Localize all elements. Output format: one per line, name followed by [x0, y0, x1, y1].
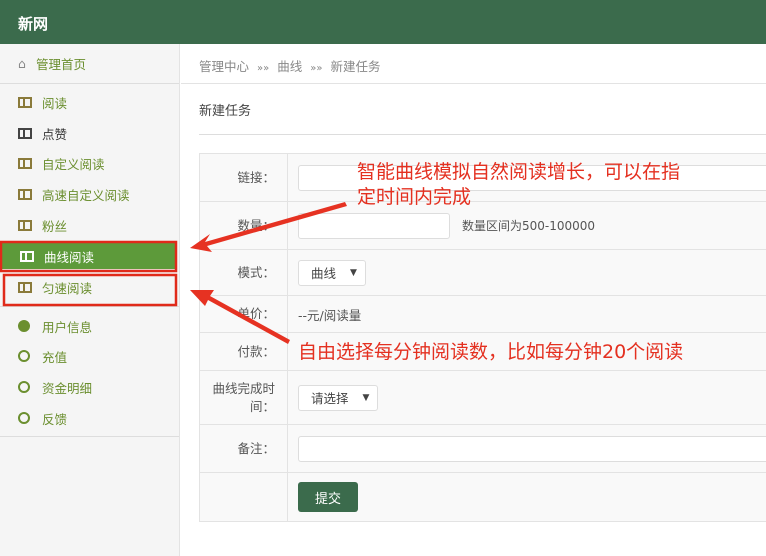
sidebar-item-label: 匀速阅读: [42, 280, 93, 296]
grid-icon: [20, 250, 34, 262]
sidebar-item-label: 点赞: [42, 126, 68, 142]
note-input[interactable]: [298, 435, 766, 462]
sidebar-item-fans[interactable]: 粉丝: [0, 212, 178, 238]
quantity-label: 数量：: [199, 201, 288, 250]
payment-label: 付款：: [199, 332, 288, 371]
sidebar-item-label: 管理首页: [35, 56, 86, 72]
sidebar-item-label: 粉丝: [42, 218, 68, 234]
grid-icon: [18, 281, 32, 293]
sidebar-item-label: 反馈: [42, 411, 68, 427]
sidebar-item-label: 高速自定义阅读: [42, 187, 130, 203]
divider: [0, 306, 179, 307]
page-title: 新建任务: [199, 104, 252, 119]
price-label: 单价：: [199, 295, 288, 333]
sidebar-item-feedback[interactable]: 反馈: [0, 405, 178, 431]
mode-value: 曲线: [311, 266, 337, 281]
sidebar-item-label: 自定义阅读: [42, 156, 105, 172]
chevron-down-icon: ▼: [350, 267, 357, 278]
note-label: 备注：: [199, 424, 288, 473]
sidebar-item-funds[interactable]: 资金明细: [0, 374, 178, 400]
completion-time-value: 请选择: [311, 391, 349, 406]
divider: [0, 83, 179, 84]
app-title: 新网: [18, 15, 49, 33]
breadcrumb-link[interactable]: 曲线: [277, 59, 302, 74]
grid-icon: [18, 188, 32, 200]
annotation-text: 智能曲线模拟自然阅读增长，可以在指 定时间内完成: [357, 161, 681, 208]
grid-icon: [18, 219, 32, 231]
link-label: 链接：: [199, 153, 288, 202]
breadcrumb-separator: »»: [257, 63, 270, 74]
coin-icon: [18, 350, 30, 362]
sidebar-item-label: 阅读: [42, 95, 68, 111]
sidebar: ⌂ 管理首页 阅读 点赞 自定义阅读 高速自定义阅读 粉丝 曲线阅读 匀速阅读 用…: [0, 44, 180, 556]
quantity-input[interactable]: [298, 212, 450, 239]
app-header: 新网: [0, 0, 766, 44]
sidebar-item-curve-read[interactable]: 曲线阅读: [2, 243, 176, 269]
sidebar-item-recharge[interactable]: 充值: [0, 343, 178, 369]
price-value: --元/阅读量: [287, 295, 766, 333]
completion-time-select[interactable]: 请选择 ▼: [298, 384, 379, 411]
annotation-text: 自由选择每分钟阅读数，比如每分钟20个阅读: [298, 341, 684, 363]
grid-icon: [18, 157, 32, 169]
home-icon: ⌂: [18, 55, 26, 71]
sidebar-item-label: 充值: [42, 349, 68, 365]
chevron-down-icon: ▼: [362, 392, 370, 403]
document-icon: [18, 412, 30, 424]
sidebar-item-home[interactable]: ⌂ 管理首页: [0, 50, 178, 76]
breadcrumb: 管理中心 »» 曲线 »» 新建任务: [181, 44, 766, 84]
sidebar-item-custom-read[interactable]: 自定义阅读: [0, 150, 178, 176]
sidebar-item-fast-custom-read[interactable]: 高速自定义阅读: [0, 181, 178, 207]
submit-button[interactable]: 提交: [298, 482, 358, 512]
sidebar-item-user-info[interactable]: 用户信息: [0, 313, 178, 339]
sidebar-item-label: 用户信息: [42, 319, 93, 335]
divider: [0, 436, 179, 437]
completion-time-label: 曲线完成时间：: [199, 370, 288, 425]
grid-icon: [18, 127, 32, 139]
mode-select[interactable]: 曲线 ▼: [298, 259, 366, 286]
breadcrumb-link[interactable]: 管理中心: [199, 59, 249, 74]
grid-icon: [18, 96, 32, 108]
sidebar-item-label: 曲线阅读: [44, 249, 95, 265]
breadcrumb-separator: »»: [310, 63, 323, 74]
sidebar-item-like[interactable]: 点赞: [0, 120, 178, 146]
mode-label: 模式：: [199, 249, 288, 296]
document-icon: [18, 381, 30, 393]
user-icon: [18, 320, 30, 332]
quantity-hint: 数量区间为500-100000: [462, 219, 596, 233]
sidebar-item-read[interactable]: 阅读: [0, 89, 178, 115]
sidebar-item-steady-read[interactable]: 匀速阅读: [0, 274, 178, 300]
sidebar-item-label: 资金明细: [42, 380, 93, 396]
divider: [199, 134, 766, 135]
breadcrumb-current: 新建任务: [330, 59, 381, 74]
